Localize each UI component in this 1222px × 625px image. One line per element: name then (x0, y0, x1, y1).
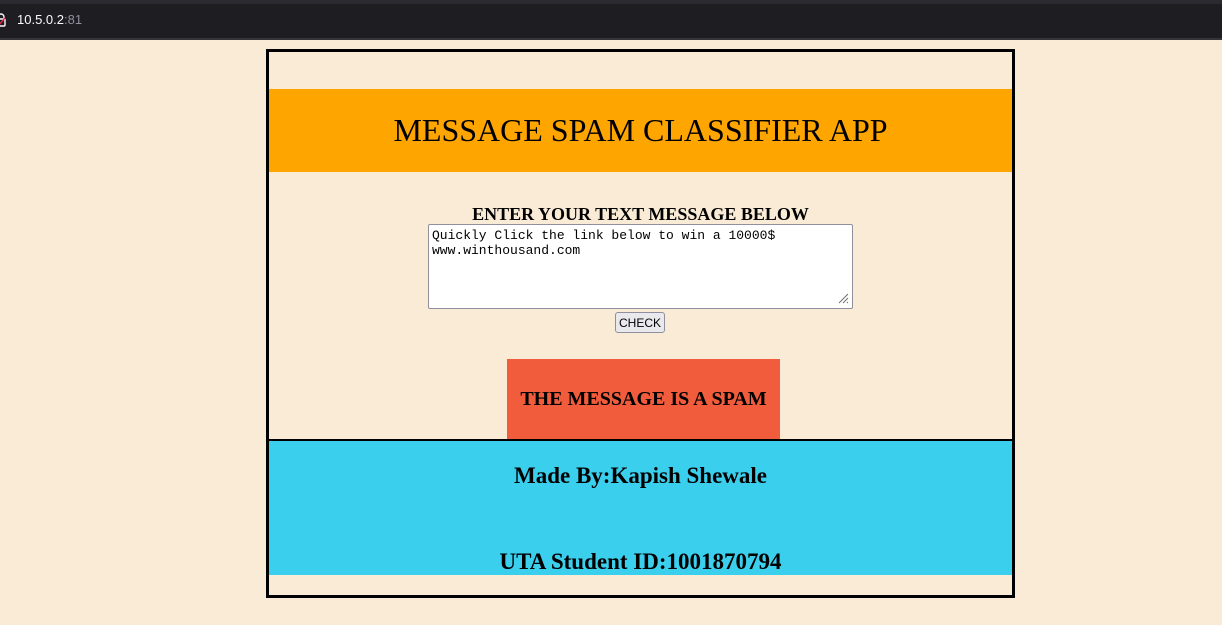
message-prompt-label: ENTER YOUR TEXT MESSAGE BELOW (472, 204, 809, 224)
app-header: MESSAGE SPAM CLASSIFIER APP (269, 89, 1012, 172)
result-text: THE MESSAGE IS A SPAM (520, 388, 767, 410)
app-container: MESSAGE SPAM CLASSIFIER APP ENTER YOUR T… (266, 49, 1015, 598)
spam-result-box: THE MESSAGE IS A SPAM (507, 359, 780, 439)
browser-url-bar[interactable]: 10.5.0.2:81 (0, 0, 1222, 40)
url-host: 10.5.0.2 (17, 12, 64, 27)
student-id: UTA Student ID:1001870794 (499, 549, 782, 574)
browser-top-strip (0, 0, 1222, 4)
page-title: MESSAGE SPAM CLASSIFIER APP (393, 112, 888, 148)
check-button[interactable]: CHECK (615, 312, 665, 333)
warning-lock-icon[interactable] (0, 13, 6, 27)
message-textarea[interactable]: Quickly Click the link below to win a 10… (428, 224, 853, 309)
footer: Made By:Kapish Shewale UTA Student ID:10… (269, 439, 1012, 575)
url-port: :81 (64, 12, 83, 27)
author-credit: Made By:Kapish Shewale (513, 463, 768, 488)
url-text[interactable]: 10.5.0.2:81 (17, 12, 82, 28)
